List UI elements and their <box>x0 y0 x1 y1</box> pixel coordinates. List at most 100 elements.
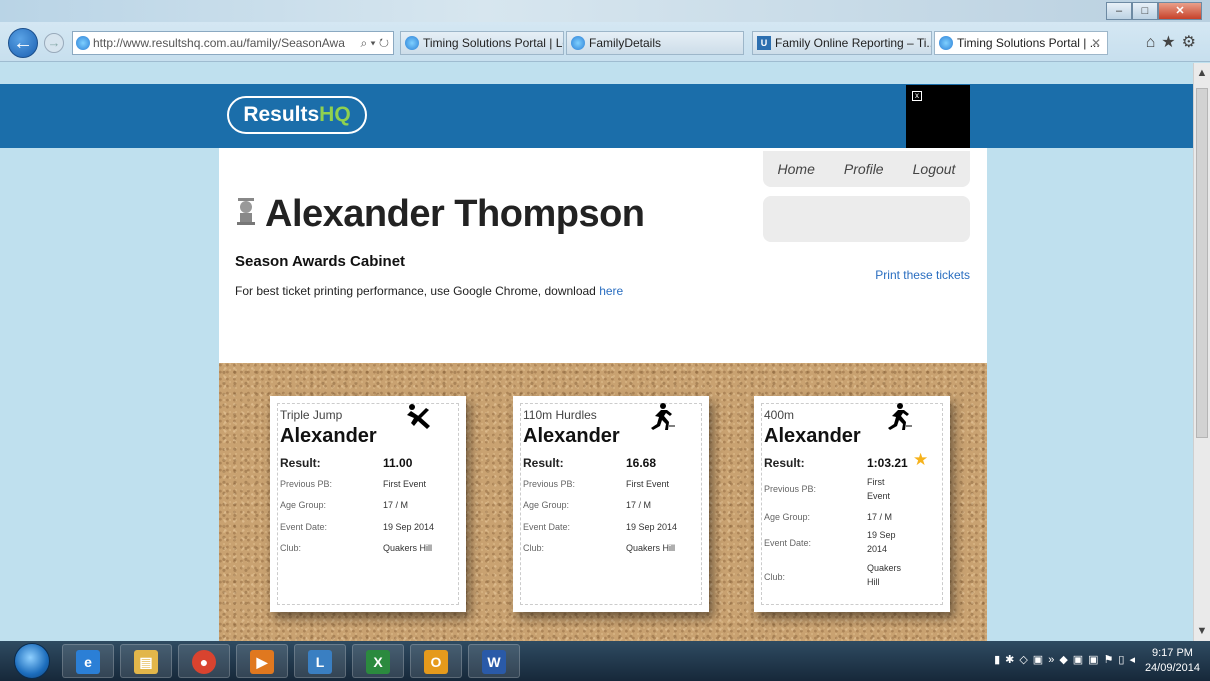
ticket-athlete-name: Alexander <box>523 425 620 447</box>
age-group-label: Age Group: <box>523 500 570 510</box>
page-viewport: ResultsHQ x Home Profile Logout Alexande… <box>0 63 1193 641</box>
age-group-value: 17 / M <box>626 500 652 510</box>
folder-icon: ▤ <box>134 650 158 674</box>
maximize-button[interactable]: □ <box>1132 2 1158 20</box>
search-refresh-icons[interactable]: ⌕ ▾ ↻ <box>356 32 389 54</box>
clock-date: 24/09/2014 <box>1144 662 1200 674</box>
club-label: Club: <box>764 572 786 582</box>
clock-time: 9:17 PM <box>1151 647 1193 659</box>
logo-main: Results <box>243 103 320 126</box>
event-date-line: 2014 <box>867 544 888 554</box>
chrome-notice: For best ticket printing performance, us… <box>235 284 623 298</box>
previous-pb-line: First <box>867 477 885 487</box>
ie-page-icon <box>76 36 90 50</box>
ie-tab-icon <box>939 36 953 50</box>
title-bar: – □ ✕ <box>0 0 1210 22</box>
ad-close-icon[interactable]: x <box>912 91 922 101</box>
word-icon: W <box>482 650 506 674</box>
minimize-button[interactable]: – <box>1106 2 1132 20</box>
scroll-down-icon[interactable]: ▼ <box>1196 625 1208 637</box>
ticket-event: 110m Hurdles <box>523 408 597 422</box>
download-chrome-link[interactable]: here <box>599 284 623 298</box>
event-date-label: Event Date: <box>523 522 571 532</box>
print-tickets-link[interactable]: Print these tickets <box>875 268 970 282</box>
close-tab-icon[interactable]: ✕ <box>1091 32 1101 54</box>
site-tab-icon: U <box>757 36 771 50</box>
result-label: Result: <box>523 456 564 470</box>
browser-navbar: ← → http://www.resultshq.com.au/family/S… <box>0 28 1210 58</box>
resultshq-logo[interactable]: ResultsHQ <box>227 96 367 134</box>
ie-tab-icon <box>405 36 419 50</box>
top-menu: Home Profile Logout <box>763 151 970 187</box>
ie-icon: e <box>76 650 100 674</box>
taskbar-word[interactable]: W <box>468 644 520 678</box>
tab-label: Family Online Reporting – Ti... <box>775 36 932 50</box>
address-text: http://www.resultshq.com.au/family/Seaso… <box>93 36 345 50</box>
main-content: Home Profile Logout Alexander Thompson S… <box>219 148 987 641</box>
media-player-icon: ▶ <box>250 650 274 674</box>
logo-accent: HQ <box>319 103 351 126</box>
tab-family-details[interactable]: FamilyDetails <box>566 31 744 55</box>
tab-label: Timing Solutions Portal | Log... <box>423 36 563 50</box>
back-button[interactable]: ← <box>8 28 38 58</box>
previous-pb-value: First Event <box>867 475 890 503</box>
address-bar[interactable]: http://www.resultshq.com.au/family/Seaso… <box>72 31 394 55</box>
cork-board: Triple Jump Alexander Result: 11.00 Prev… <box>219 363 987 641</box>
previous-pb-label: Previous PB: <box>280 479 333 489</box>
start-button[interactable] <box>14 643 50 679</box>
menu-profile[interactable]: Profile <box>844 161 884 177</box>
result-value: 16.68 <box>626 456 657 470</box>
scroll-thumb[interactable] <box>1196 88 1208 438</box>
event-date-value: 19 Sep 2014 <box>383 522 435 532</box>
section-subtitle: Season Awards Cabinet <box>235 253 406 270</box>
taskbar-outlook[interactable]: O <box>410 644 462 678</box>
close-window-button[interactable]: ✕ <box>1158 2 1202 20</box>
taskbar-media[interactable]: ▶ <box>236 644 288 678</box>
vertical-scrollbar[interactable]: ▲ ▼ <box>1193 63 1210 641</box>
excel-icon: X <box>366 650 390 674</box>
result-value: 11.00 <box>383 456 413 470</box>
tab-timing-portal-active[interactable]: Timing Solutions Portal | ... ✕ <box>934 31 1108 55</box>
club-line: Quakers <box>867 563 902 573</box>
taskbar-chrome[interactable]: ● <box>178 644 230 678</box>
forward-button[interactable]: → <box>44 33 64 53</box>
taskbar-clock[interactable]: 9:17 PM 24/09/2014 <box>1145 646 1200 676</box>
tab-timing-login[interactable]: Timing Solutions Portal | Log... <box>400 31 564 55</box>
triple-jump-icon <box>407 404 430 429</box>
club-value: Quakers Hill <box>383 543 433 553</box>
taskbar-explorer[interactable]: ▤ <box>120 644 172 678</box>
result-label: Result: <box>764 456 805 470</box>
outlook-icon: O <box>424 650 448 674</box>
club-label: Club: <box>280 543 302 553</box>
ticket-athlete-name: Alexander <box>280 425 377 447</box>
runner-icon <box>651 403 675 430</box>
tab-label: FamilyDetails <box>589 36 662 50</box>
side-panel-box <box>763 196 970 242</box>
award-ticket: 400m Alexander Result: 1:03.21 ★ Previou… <box>754 396 950 612</box>
tab-family-online-reporting[interactable]: U Family Online Reporting – Ti... <box>752 31 932 55</box>
site-header <box>0 84 1193 148</box>
scroll-up-icon[interactable]: ▲ <box>1196 67 1208 79</box>
system-tray-icons[interactable]: ▮✱◇▣»◆▣▣⚑▯◂ <box>994 653 1140 666</box>
club-value: Quakers Hill <box>626 543 676 553</box>
taskbar-lync[interactable]: L <box>294 644 346 678</box>
ticket-athlete-name: Alexander <box>764 425 861 447</box>
menu-home[interactable]: Home <box>778 161 815 177</box>
club-line: Hill <box>867 577 880 587</box>
age-group-label: Age Group: <box>280 500 327 510</box>
club-value: Quakers Hill <box>867 561 901 589</box>
previous-pb-value: First Event <box>383 479 427 489</box>
browser-right-icons[interactable]: ⌂★⚙ <box>1146 32 1202 52</box>
event-date-label: Event Date: <box>764 538 812 548</box>
taskbar-excel[interactable]: X <box>352 644 404 678</box>
previous-pb-label: Previous PB: <box>523 479 576 489</box>
menu-logout[interactable]: Logout <box>913 161 956 177</box>
ticket-event: 400m <box>764 408 795 422</box>
award-ticket: Triple Jump Alexander Result: 11.00 Prev… <box>270 396 466 612</box>
ad-box[interactable]: x <box>906 85 970 148</box>
taskbar-ie[interactable]: e <box>62 644 114 678</box>
age-group-label: Age Group: <box>764 512 811 522</box>
ticket-event: Triple Jump <box>280 408 343 422</box>
windows-taskbar: e ▤ ● ▶ L X O W ▮✱◇▣»◆▣▣⚑▯◂ 9:17 PM 24/0… <box>0 641 1210 681</box>
result-value: 1:03.21 <box>867 456 908 470</box>
